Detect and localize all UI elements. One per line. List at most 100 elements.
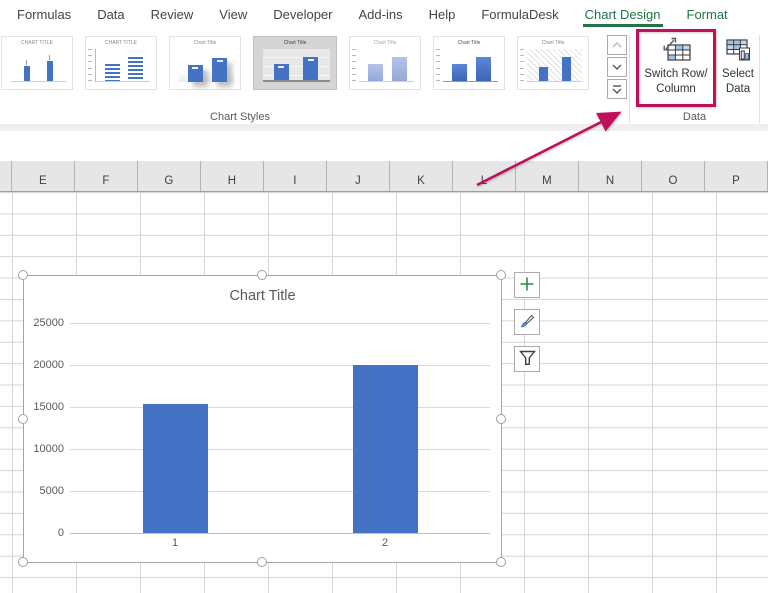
chart-gridline <box>70 323 490 324</box>
thumb-axis-ticks <box>436 49 441 81</box>
chart-style-option-1[interactable]: CHART TITLE <box>1 36 73 90</box>
chart-style-option-6[interactable]: Chart Title <box>433 36 505 90</box>
chart-style-option-4[interactable]: Chart Title <box>253 36 337 90</box>
ribbon: CHART TITLE CHART TITLE Chart Title Chart T… <box>0 29 768 131</box>
thumb-bar <box>562 57 572 81</box>
plus-icon <box>519 276 535 295</box>
worksheet: EFGHIJKLMNOP Chart Title 0 5000 10000 15000… <box>0 161 768 593</box>
embedded-chart[interactable]: Chart Title 0 5000 10000 15000 20000 25000 1 2 <box>23 275 502 563</box>
chart-styles-button[interactable] <box>514 309 540 335</box>
chart-style-option-5[interactable]: Chart Title <box>349 36 421 90</box>
data-group-label: Data <box>682 111 707 123</box>
tab-data[interactable]: Data <box>84 0 137 29</box>
gallery-scroll-up-button[interactable] <box>607 35 627 55</box>
x-axis-category-label: 1 <box>171 537 179 549</box>
switch-row-column-label-line1: Switch Row/ <box>644 68 708 80</box>
y-axis-tick-label: 10000 <box>33 442 64 455</box>
column-header-e[interactable]: E <box>12 161 75 191</box>
brush-icon <box>518 312 536 333</box>
tab-help[interactable]: Help <box>416 0 469 29</box>
column-header-n[interactable]: N <box>579 161 642 191</box>
y-axis-tick-label: 20000 <box>33 358 64 371</box>
thumb-plot <box>11 49 66 82</box>
gallery-more-button[interactable] <box>607 79 627 99</box>
chart-filters-button[interactable] <box>514 346 540 372</box>
thumb-chart-title: Chart Title <box>541 40 565 46</box>
tab-add-ins[interactable]: Add-ins <box>346 0 416 29</box>
column-header-o[interactable]: O <box>642 161 705 191</box>
chart-styles-gallery: CHART TITLE CHART TITLE Chart Title Chart T… <box>1 36 589 94</box>
chart-resize-handle-middle-left[interactable] <box>18 414 28 424</box>
column-header-f[interactable]: F <box>75 161 138 191</box>
y-axis-tick-label: 25000 <box>33 316 64 329</box>
chart-resize-handle-top-middle[interactable] <box>257 270 267 280</box>
thumb-chart-title: Chart Title <box>457 40 481 46</box>
thumb-chart-title: Chart Title <box>373 40 397 46</box>
column-header-m[interactable]: M <box>516 161 579 191</box>
chart-resize-handle-bottom-left[interactable] <box>18 557 28 567</box>
thumb-axis-ticks <box>352 49 357 81</box>
y-axis-tick-label: 0 <box>57 526 64 539</box>
chart-gridline <box>70 407 490 408</box>
select-data-icon <box>723 33 753 67</box>
y-axis-tick-label: 15000 <box>33 400 64 413</box>
chart-resize-handle-bottom-middle[interactable] <box>257 557 267 567</box>
column-header-p[interactable]: P <box>705 161 768 191</box>
column-header-k[interactable]: K <box>390 161 453 191</box>
funnel-icon <box>518 350 536 369</box>
chart-gridline <box>70 449 490 450</box>
thumb-bar <box>303 57 319 80</box>
chevron-up-icon <box>612 42 622 48</box>
thumb-plot <box>263 49 330 82</box>
chevron-down-icon <box>612 64 622 70</box>
thumb-bar <box>539 66 549 81</box>
thumb-bar <box>24 60 31 81</box>
chart-gridline <box>70 365 490 366</box>
gallery-scrollbar <box>607 35 627 101</box>
column-header-h[interactable]: H <box>201 161 264 191</box>
chart-elements-button[interactable] <box>514 272 540 298</box>
chart-resize-handle-top-left[interactable] <box>18 270 28 280</box>
thumb-bar <box>392 57 407 81</box>
column-headers: EFGHIJKLMNOP <box>0 161 768 192</box>
chart-style-option-2[interactable]: CHART TITLE <box>85 36 157 90</box>
thumb-chart-title: Chart Title <box>193 40 217 46</box>
thumb-bar <box>128 57 144 81</box>
thumb-chart-title: CHART TITLE <box>105 40 137 46</box>
thumb-bar <box>104 64 120 81</box>
chart-style-option-7[interactable]: Chart Title <box>517 36 589 90</box>
chart-resize-handle-middle-right[interactable] <box>496 414 506 424</box>
ribbon-tab-bar: Formulas Data Review View Developer Add-ins He… <box>0 0 768 29</box>
chart-resize-handle-top-right[interactable] <box>496 270 506 280</box>
thumb-plot <box>359 49 414 82</box>
thumb-chart-title: Chart Title <box>283 40 307 46</box>
chart-style-option-3[interactable]: Chart Title <box>169 36 241 90</box>
column-header-j[interactable]: J <box>327 161 390 191</box>
chart-resize-handle-bottom-right[interactable] <box>496 557 506 567</box>
chart-bar-2[interactable] <box>352 365 418 533</box>
select-data-label-line2: Data <box>725 83 751 95</box>
gallery-scroll-down-button[interactable] <box>607 57 627 77</box>
column-header-l[interactable]: L <box>453 161 516 191</box>
tab-view[interactable]: View <box>206 0 260 29</box>
tab-formuladesk[interactable]: FormulaDesk <box>468 0 571 29</box>
thumb-bar <box>451 64 467 81</box>
tab-format[interactable]: Format <box>674 0 741 29</box>
switch-row-column-label-line2: Column <box>656 83 696 95</box>
switch-row-column-button[interactable]: Switch Row/ Column <box>637 33 715 97</box>
tab-developer[interactable]: Developer <box>260 0 345 29</box>
thumb-bar <box>273 63 289 80</box>
tab-review[interactable]: Review <box>138 0 207 29</box>
select-data-label-line1: Select <box>722 68 754 80</box>
column-header-i[interactable]: I <box>264 161 327 191</box>
select-data-button[interactable]: Select Data <box>717 33 759 97</box>
tab-chart-design[interactable]: Chart Design <box>572 0 674 29</box>
data-group: Switch Row/ Column Select Data Data <box>630 29 759 131</box>
column-header-g[interactable]: G <box>138 161 201 191</box>
excel-window: Formulas Data Review View Developer Add-ins He… <box>0 0 768 593</box>
column-header-partial[interactable] <box>0 161 12 191</box>
chart-bar-1[interactable] <box>142 403 208 533</box>
switch-row-column-icon <box>661 33 691 67</box>
thumb-plot <box>527 49 582 82</box>
tab-formulas[interactable]: Formulas <box>4 0 84 29</box>
